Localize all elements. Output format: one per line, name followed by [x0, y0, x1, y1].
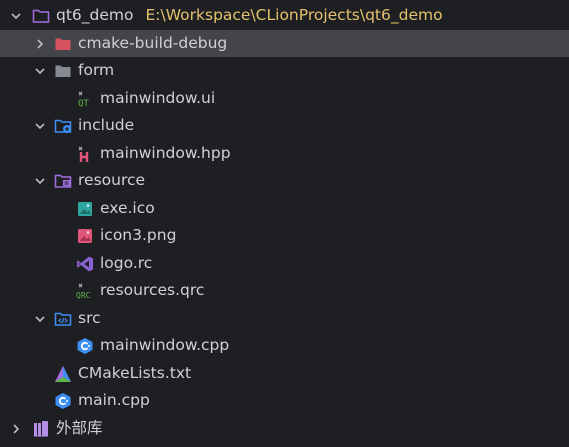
- cmake-file-icon: [55, 365, 71, 382]
- tree-row-src[interactable]: src: [0, 305, 569, 333]
- visual-studio-icon: [77, 256, 93, 271]
- tree-item-label: 外部库: [56, 418, 103, 437]
- root-name: qt6_demo: [56, 6, 134, 24]
- tree-item-label: resources.qrc: [100, 281, 205, 299]
- folder-icon: [55, 38, 71, 50]
- chevron-right-icon[interactable]: [34, 38, 46, 50]
- root-path: E:\Workspace\CLionProjects\qt6_demo: [145, 6, 443, 24]
- chevron-right-icon[interactable]: [10, 423, 22, 435]
- tree-row-logo-rc[interactable]: logo.rc: [0, 250, 569, 278]
- image-file-icon: [78, 201, 92, 216]
- tree-item-label: logo.rc: [100, 253, 153, 272]
- include-folder-icon: [54, 119, 72, 133]
- svg-text:QRC: QRC: [76, 291, 91, 300]
- chevron-down-icon[interactable]: [34, 313, 46, 325]
- source-folder-icon: [54, 312, 72, 326]
- tree-row-cmakelists[interactable]: CMakeLists.txt: [0, 360, 569, 388]
- tree-row-cmake-build-debug[interactable]: cmake-build-debug: [0, 29, 569, 57]
- qt-ui-file-icon: QT: [78, 91, 89, 108]
- cpp-file-icon: [55, 393, 71, 409]
- tree-item-label: mainwindow.ui: [100, 88, 216, 107]
- resource-folder-icon: [54, 174, 72, 188]
- library-icon: [34, 420, 48, 436]
- tree-item-label: include: [78, 116, 135, 134]
- tree-row-mainwindow-hpp[interactable]: mainwindow.hpp: [0, 140, 569, 168]
- project-folder-icon: [32, 9, 50, 23]
- cpp-file-icon: [77, 338, 93, 354]
- qrc-file-icon: QRC: [76, 283, 91, 300]
- tree-item-label: mainwindow.hpp: [100, 143, 231, 162]
- tree-row-mainwindow-cpp[interactable]: mainwindow.cpp: [0, 332, 569, 360]
- chevron-down-icon[interactable]: [10, 10, 22, 22]
- tree-row-exe-ico[interactable]: exe.ico: [0, 195, 569, 223]
- tree-row-mainwindow-ui[interactable]: QT mainwindow.ui: [0, 85, 569, 113]
- tree-item-label: main.cpp: [78, 391, 150, 409]
- tree-item-label: CMakeLists.txt: [78, 363, 192, 382]
- project-tree: qt6_demo E:\Workspace\CLionProjects\qt6_d…: [0, 2, 569, 442]
- tree-item-label: exe.ico: [100, 198, 155, 217]
- tree-item-label: resource: [78, 171, 146, 189]
- tree-item-label: src: [78, 308, 101, 327]
- image-file-icon: [78, 229, 92, 243]
- chevron-down-icon[interactable]: [34, 65, 46, 77]
- tree-row-main-cpp[interactable]: main.cpp: [0, 387, 569, 415]
- svg-text:QT: QT: [78, 99, 89, 108]
- hpp-file-icon: [78, 146, 89, 162]
- tree-row-resources-qrc[interactable]: QRC resources.qrc: [0, 277, 569, 305]
- tree-row-resource[interactable]: resource: [0, 167, 569, 195]
- tree-item-label: cmake-build-debug: [78, 33, 228, 52]
- tree-item-label: icon3.png: [100, 226, 177, 244]
- tree-item-label: mainwindow.cpp: [100, 336, 230, 354]
- tree-row-form[interactable]: form: [0, 57, 569, 85]
- chevron-down-icon[interactable]: [34, 120, 46, 132]
- chevron-down-icon[interactable]: [34, 175, 46, 187]
- tree-row-include[interactable]: include: [0, 112, 569, 140]
- tree-item-label: form: [78, 61, 115, 79]
- tree-row-icon3-png[interactable]: icon3.png: [0, 222, 569, 250]
- tree-row-external-libraries[interactable]: 外部库: [0, 415, 569, 443]
- folder-icon: [55, 65, 71, 77]
- tree-row-root[interactable]: qt6_demo E:\Workspace\CLionProjects\qt6_d…: [0, 2, 569, 30]
